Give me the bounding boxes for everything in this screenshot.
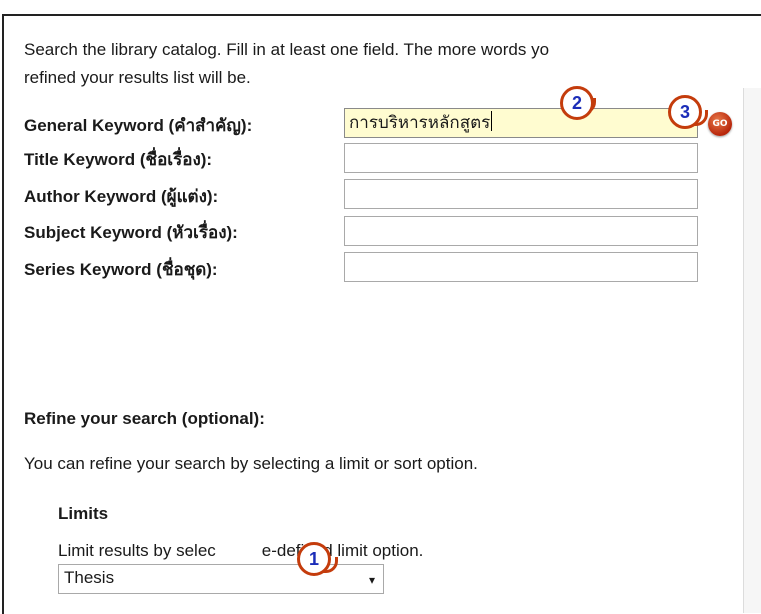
chevron-down-icon: ▾	[368, 573, 375, 587]
title-keyword-input[interactable]	[344, 143, 698, 173]
subject-keyword-label: Subject Keyword (หัวเรื่อง):	[24, 223, 238, 242]
title-keyword-label: Title Keyword (ชื่อเรื่อง):	[24, 150, 213, 169]
author-keyword-label: Author Keyword (ผู้แต่ง):	[24, 187, 219, 206]
callout-badge-3: 3	[668, 95, 702, 129]
subject-keyword-input[interactable]	[344, 216, 698, 246]
general-keyword-label: General Keyword (คำสำคัญ):	[24, 116, 253, 135]
general-keyword-input[interactable]: การบริหารหลักสูตร	[344, 108, 698, 138]
refine-description: You can refine your search by selecting …	[24, 454, 478, 473]
text-caret	[491, 111, 493, 131]
intro-line-1: Search the library catalog. Fill in at l…	[24, 40, 550, 59]
limits-text-end: e-defined limit option.	[261, 541, 424, 560]
callout-badge-1: 1	[297, 542, 331, 576]
limits-description: Limit results by selec e-defined limit op…	[58, 541, 423, 561]
general-keyword-value: การบริหารหลักสูตร	[349, 113, 491, 133]
limits-text-start: Limit results by selec	[58, 541, 216, 560]
callout-badge-2: 2	[560, 86, 594, 120]
intro-text: Search the library catalog. Fill in at l…	[24, 36, 754, 92]
limits-heading: Limits	[58, 504, 109, 523]
content-frame	[2, 14, 761, 614]
intro-line-2: refined your results list will be.	[24, 68, 251, 87]
go-button[interactable]: GO	[708, 112, 732, 136]
right-sidebar-strip	[743, 88, 761, 613]
series-keyword-label: Series Keyword (ชื่อชุด):	[24, 260, 218, 279]
series-keyword-input[interactable]	[344, 252, 698, 282]
author-keyword-input[interactable]	[344, 179, 698, 209]
limit-select-value: Thesis	[64, 568, 115, 587]
refine-heading: Refine your search (optional):	[24, 409, 265, 428]
